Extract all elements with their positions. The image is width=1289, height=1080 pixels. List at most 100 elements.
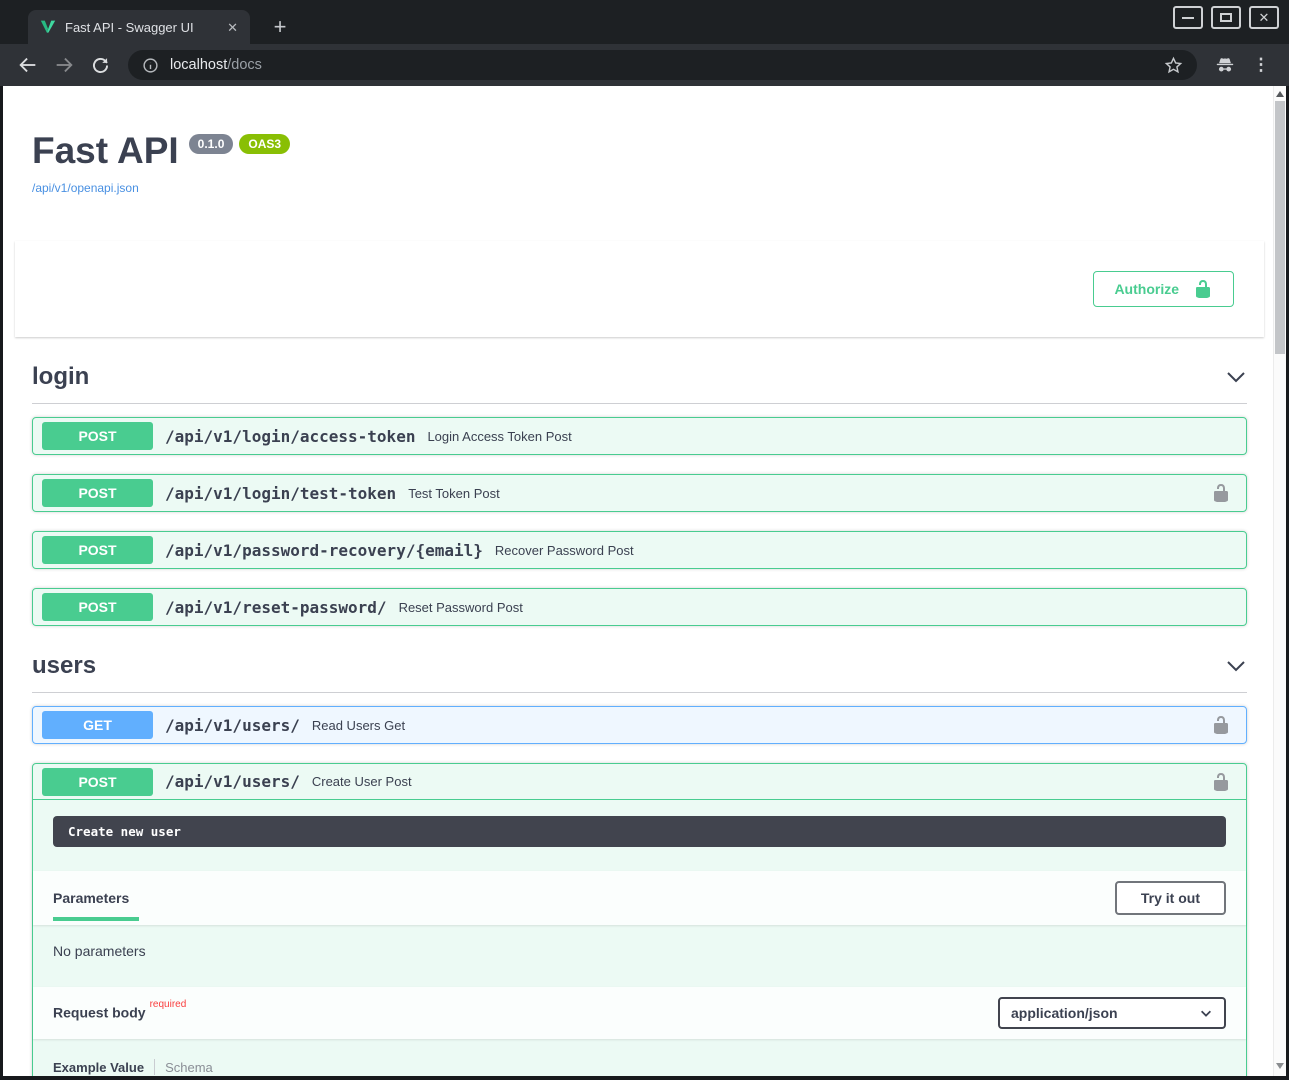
up-triangle-icon [1276,91,1284,97]
star-icon [1164,56,1183,75]
minimize-icon [1182,17,1194,19]
unlock-icon [1211,772,1231,792]
method-badge: GET [42,711,153,739]
tab-title: Fast API - Swagger UI [65,20,218,35]
tag-section-login: login POST /api/v1/login/access-token Lo… [32,363,1247,626]
request-body-section-header: Request body required application/json [33,987,1246,1039]
operation-body: Create new user Parameters Try it out No… [33,800,1246,1076]
maximize-button[interactable] [1211,6,1241,29]
operation-summary: Create User Post [312,774,412,789]
method-badge: POST [42,422,153,450]
window-controls: ✕ [1173,6,1279,29]
operation-path: /api/v1/login/access-token [165,427,415,446]
authorize-label: Authorize [1114,281,1179,297]
unlock-icon [1211,715,1231,735]
auth-lock-button[interactable] [1205,715,1237,735]
scrollbar-thumb[interactable] [1275,101,1285,354]
operation-description: Create new user [53,816,1226,847]
reload-button[interactable] [84,49,116,81]
page-scrollbar[interactable] [1273,86,1286,1076]
oas3-badge: OAS3 [239,134,290,154]
browser-toolbar: localhost/docs ⋮ [0,44,1289,86]
operation-path: /api/v1/users/ [165,772,300,791]
scheme-container: Authorize [15,241,1264,337]
tab-parameters[interactable]: Parameters [53,890,129,906]
chevron-down-icon[interactable] [1225,366,1247,388]
scrollbar-down-arrow[interactable] [1274,1063,1286,1071]
authorize-button[interactable]: Authorize [1093,271,1234,307]
operation-summary: Test Token Post [408,486,500,501]
page-title: Fast API [32,132,179,169]
tab-separator [154,1059,155,1075]
new-tab-button[interactable]: + [266,13,294,41]
maximize-icon [1220,13,1232,22]
url-host: localhost [170,57,227,73]
unlock-icon [1211,483,1231,503]
tag-header-users[interactable]: users [32,652,1247,693]
operation-row[interactable]: POST /api/v1/login/access-token Login Ac… [32,417,1247,455]
version-badge: 0.1.0 [189,134,234,154]
tag-section-users: users GET /api/v1/users/ Read Users Get [32,652,1247,1076]
back-arrow-icon [17,54,39,76]
api-info: Fast API 0.1.0 OAS3 /api/v1/openapi.json [32,86,1247,197]
tag-title: users [32,652,96,680]
url-path: /docs [227,57,262,73]
operation-path: /api/v1/password-recovery/{email} [165,541,483,560]
operation-row[interactable]: GET /api/v1/users/ Read Users Get [32,706,1247,744]
back-button[interactable] [12,49,44,81]
site-info-icon[interactable] [142,57,159,74]
browser-tab[interactable]: Fast API - Swagger UI ✕ [28,10,250,44]
close-tab-icon[interactable]: ✕ [227,21,238,34]
auth-lock-button[interactable] [1205,483,1237,503]
operation-block-expanded: POST /api/v1/users/ Create User Post Cre… [32,763,1247,1076]
forward-arrow-icon [53,54,75,76]
forward-button[interactable] [48,49,80,81]
reload-icon [90,55,111,76]
browser-window: Fast API - Swagger UI ✕ + ✕ localhost/do… [0,0,1289,1080]
bookmark-button[interactable] [1164,56,1183,75]
browser-tab-strip: Fast API - Swagger UI ✕ + ✕ [0,0,1289,44]
close-window-button[interactable]: ✕ [1249,6,1279,29]
operation-summary: Login Access Token Post [427,429,571,444]
url-text[interactable]: localhost/docs [170,57,262,73]
operation-row[interactable]: POST /api/v1/login/test-token Test Token… [32,474,1247,512]
down-triangle-icon [1276,1063,1284,1069]
chevron-down-icon[interactable] [1225,655,1247,677]
incognito-icon [1214,54,1236,76]
tab-schema[interactable]: Schema [165,1060,213,1075]
operation-row[interactable]: POST /api/v1/password-recovery/{email} R… [32,531,1247,569]
unlock-icon [1193,279,1213,299]
no-parameters-text: No parameters [33,925,1246,987]
model-example: Example Value Schema { [33,1039,1246,1076]
swagger-ui-page: Fast API 0.1.0 OAS3 /api/v1/openapi.json… [3,86,1273,1076]
scrollbar-up-arrow[interactable] [1274,91,1286,99]
operation-summary: Read Users Get [312,718,405,733]
tag-header-login[interactable]: login [32,363,1247,404]
chevron-down-icon [1199,1006,1213,1020]
operation-row[interactable]: POST /api/v1/users/ Create User Post [33,764,1246,800]
method-badge: POST [42,768,153,796]
content-type-select[interactable]: application/json [998,997,1226,1029]
method-badge: POST [42,536,153,564]
operation-path: /api/v1/login/test-token [165,484,396,503]
openapi-spec-link[interactable]: /api/v1/openapi.json [32,181,139,195]
tag-title: login [32,363,89,391]
method-badge: POST [42,593,153,621]
operation-summary: Reset Password Post [399,600,523,615]
operation-path: /api/v1/users/ [165,716,300,735]
address-bar[interactable]: localhost/docs [128,50,1197,80]
fastapi-favicon-icon [40,19,56,35]
tab-example-value[interactable]: Example Value [53,1060,144,1075]
incognito-indicator [1209,49,1241,81]
operation-row[interactable]: POST /api/v1/reset-password/ Reset Passw… [32,588,1247,626]
request-body-label: Request body [53,1005,146,1021]
minimize-button[interactable] [1173,6,1203,29]
page-viewport: Fast API 0.1.0 OAS3 /api/v1/openapi.json… [0,86,1289,1080]
method-badge: POST [42,479,153,507]
operation-path: /api/v1/reset-password/ [165,598,387,617]
browser-menu-button[interactable]: ⋮ [1245,49,1277,81]
required-badge: required [150,999,187,1010]
try-it-out-button[interactable]: Try it out [1115,881,1226,915]
content-type-value: application/json [1011,1005,1118,1021]
auth-lock-button[interactable] [1205,772,1237,792]
